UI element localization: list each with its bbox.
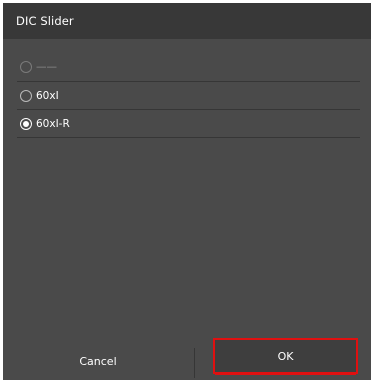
cancel-button[interactable]: Cancel	[3, 342, 193, 380]
footer-divider	[194, 348, 195, 378]
radio-button-checked[interactable]	[20, 117, 32, 130]
option-label: 60xI-R	[36, 117, 70, 130]
slider-options-list: —— 60xI 60xI-R	[17, 53, 360, 138]
radio-button-unchecked[interactable]	[20, 61, 32, 73]
radio-dot-icon	[23, 120, 29, 127]
option-none[interactable]: ——	[17, 53, 360, 82]
option-label: ——	[36, 61, 57, 73]
option-60xi[interactable]: 60xI	[17, 82, 360, 110]
option-60xi-r[interactable]: 60xI-R	[17, 110, 360, 138]
dialog-footer: Cancel OK	[3, 338, 371, 380]
dic-slider-dialog: DIC Slider —— 60xI 60xI-R Cancel OK	[3, 3, 371, 380]
radio-button-unchecked[interactable]	[20, 89, 32, 102]
ok-button[interactable]: OK	[213, 338, 358, 375]
dialog-title: DIC Slider	[16, 14, 74, 28]
option-label: 60xI	[36, 89, 59, 102]
dialog-title-bar: DIC Slider	[3, 3, 371, 39]
